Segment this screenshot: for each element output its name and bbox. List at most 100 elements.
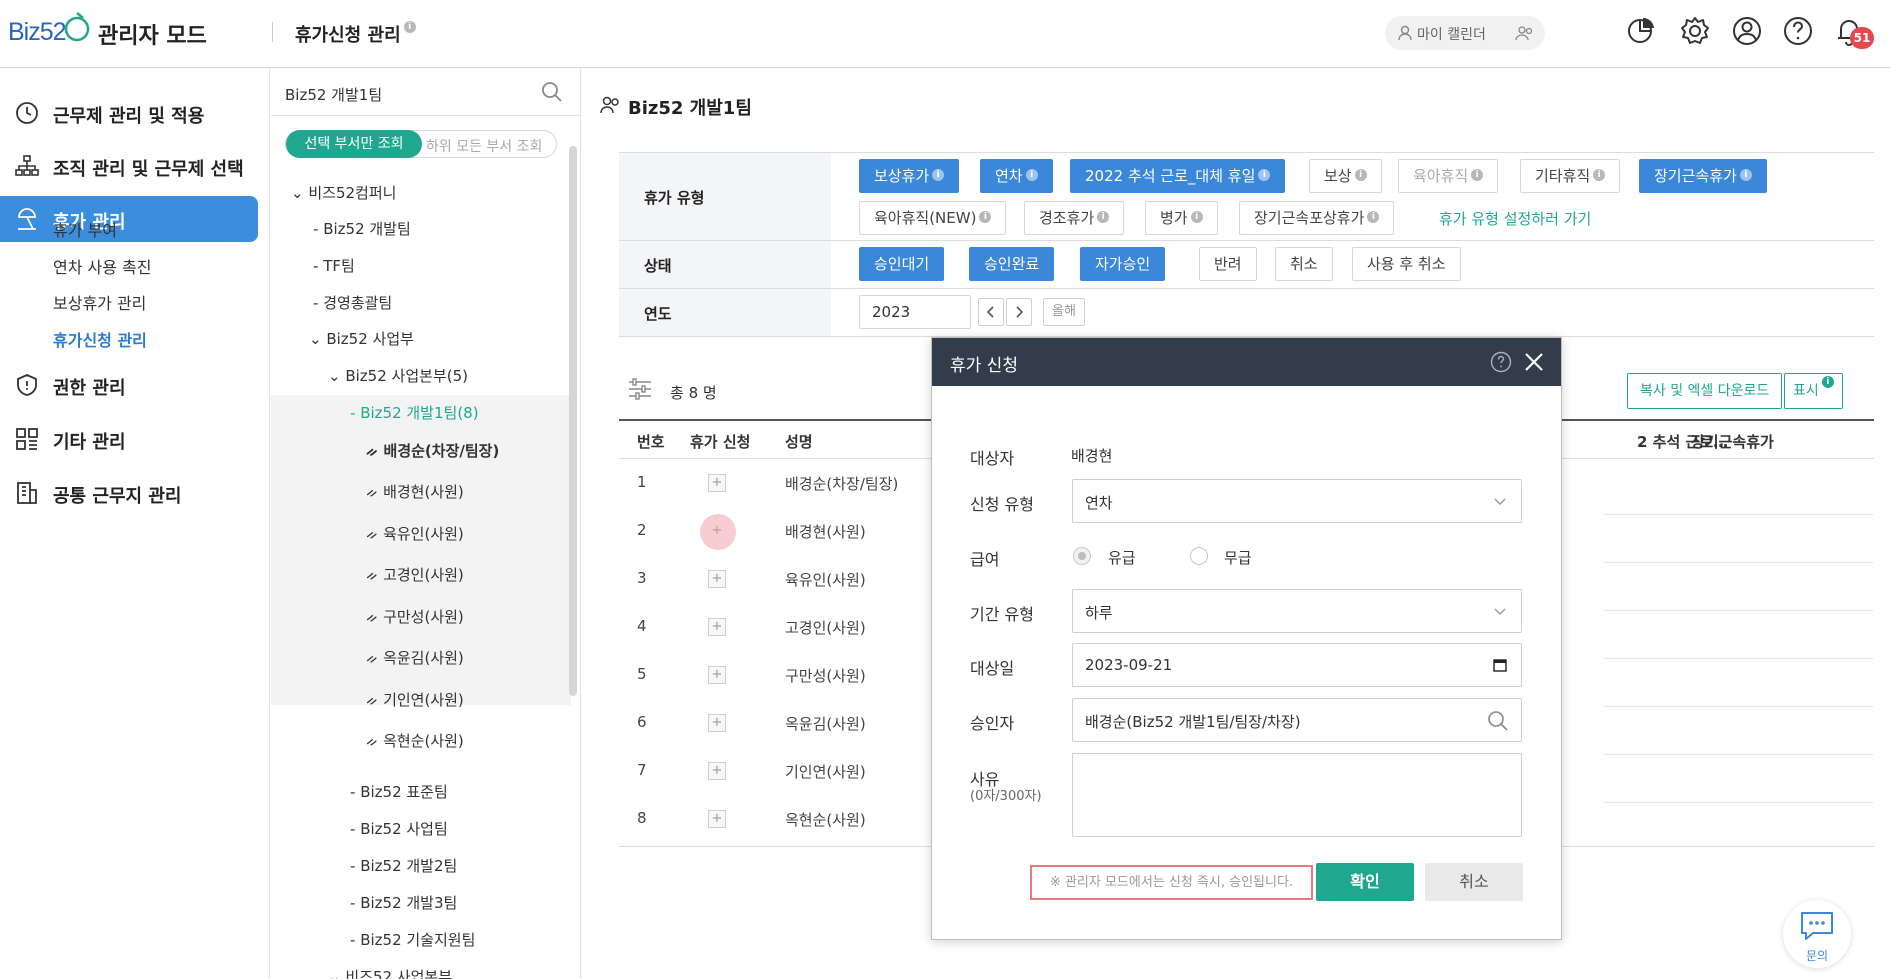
- tree-member[interactable]: ᨀ 배경순(차장/팀장): [366, 440, 499, 461]
- tree-node[interactable]: - Biz52 개발팀: [313, 218, 411, 239]
- info-icon[interactable]: i: [1821, 376, 1834, 388]
- display-settings-button[interactable]: 표시i: [1784, 373, 1843, 409]
- tree-node[interactable]: ⌄ 비즈52컴퍼니: [291, 182, 396, 203]
- reason-textarea[interactable]: [1072, 753, 1522, 837]
- confirm-button[interactable]: 확인: [1316, 863, 1414, 901]
- tree-node[interactable]: - Biz52 표준팀: [350, 781, 448, 802]
- tree-node[interactable]: - Biz52 개발3팀: [350, 892, 457, 913]
- my-calendar-button[interactable]: 마이 캘린더: [1385, 16, 1545, 50]
- subnav-comp-leave[interactable]: 보상휴가 관리: [53, 290, 146, 314]
- toggle-all-sub[interactable]: 하위 모든 부서 조회: [426, 136, 542, 156]
- tree-member[interactable]: ᨀ 배경현(사원): [366, 481, 464, 502]
- leave-type-chip[interactable]: 보상휴가 i: [859, 159, 960, 193]
- leave-type-chip[interactable]: 기타휴직 i: [1520, 159, 1621, 193]
- tree-node[interactable]: - TF팀: [313, 255, 355, 276]
- leave-type-chip[interactable]: 병가 i: [1145, 201, 1218, 235]
- search-icon[interactable]: [541, 81, 563, 103]
- status-chip[interactable]: 승인완료: [969, 247, 1055, 281]
- radio-unpaid[interactable]: [1190, 547, 1208, 565]
- info-icon[interactable]: i: [403, 21, 416, 33]
- period-type-select[interactable]: 하루: [1072, 589, 1522, 633]
- scope-toggle[interactable]: 선택 부서만 조회 하위 모든 부서 조회: [285, 130, 557, 158]
- add-leave-button[interactable]: +: [708, 810, 726, 828]
- year-prev-button[interactable]: [978, 298, 1004, 326]
- add-leave-button[interactable]: +: [708, 618, 726, 636]
- info-icon[interactable]: i: [1354, 169, 1367, 181]
- calendar-icon[interactable]: [1493, 658, 1507, 672]
- tree-node[interactable]: ⌄ Biz52 사업본부(5): [328, 365, 468, 386]
- add-leave-button[interactable]: +: [708, 714, 726, 732]
- leave-type-chip[interactable]: 연차 i: [980, 159, 1053, 193]
- goto-leave-type-settings-link[interactable]: 휴가 유형 설정하러 가기: [1439, 208, 1591, 229]
- tree-scrollbar[interactable]: [569, 146, 577, 696]
- add-leave-button[interactable]: +: [708, 522, 726, 540]
- gear-icon[interactable]: [1678, 14, 1712, 48]
- status-chip[interactable]: 사용 후 취소: [1352, 247, 1461, 281]
- tree-member[interactable]: ᨀ 옥윤김(사원): [366, 647, 464, 668]
- nav-work-system[interactable]: 근무제 관리 및 적용: [0, 90, 258, 136]
- status-chip[interactable]: 자가승인: [1080, 247, 1166, 281]
- leave-type-chip[interactable]: 경조휴가 i: [1024, 201, 1125, 235]
- nav-workplace[interactable]: 공통 근무지 관리: [0, 470, 258, 516]
- year-next-button[interactable]: [1006, 298, 1032, 326]
- tree-member[interactable]: ᨀ 구만성(사원): [366, 606, 464, 627]
- this-year-button[interactable]: 올해: [1043, 298, 1085, 326]
- info-icon[interactable]: i: [1190, 211, 1203, 223]
- pie-chart-icon[interactable]: [1624, 14, 1658, 48]
- tree-node[interactable]: - 경영총괄팀: [313, 292, 392, 313]
- tree-member[interactable]: ᨀ 고경인(사원): [366, 564, 464, 585]
- radio-paid[interactable]: [1073, 547, 1091, 565]
- excel-download-button[interactable]: 복사 및 엑셀 다운로드: [1627, 373, 1783, 409]
- subnav-leave-request[interactable]: 휴가신청 관리: [53, 327, 147, 351]
- status-chip[interactable]: 반려: [1199, 247, 1257, 281]
- tree-member[interactable]: ᨀ 기인연(사원): [366, 689, 464, 710]
- status-chip[interactable]: 승인대기: [859, 247, 945, 281]
- leave-type-chip[interactable]: 보상 i: [1309, 159, 1382, 193]
- toggle-selected-only[interactable]: 선택 부서만 조회: [286, 130, 422, 158]
- approver-input[interactable]: 배경순(Biz52 개발1팀/팀장/차장): [1072, 698, 1522, 742]
- subnav-grant-leave[interactable]: 휴가 부여: [53, 217, 117, 241]
- add-leave-button[interactable]: +: [708, 762, 726, 780]
- help-icon[interactable]: [1781, 14, 1815, 48]
- info-icon[interactable]: i: [979, 211, 992, 223]
- leave-type-chip[interactable]: 육아휴직 i: [1398, 159, 1499, 193]
- tree-node[interactable]: ⌄ Biz52 사업부: [309, 328, 414, 349]
- account-icon[interactable]: [1730, 14, 1764, 48]
- leave-type-chip[interactable]: 2022 추석 근로_대체 휴일 i: [1070, 159, 1286, 193]
- info-icon[interactable]: i: [1097, 211, 1110, 223]
- nav-etc[interactable]: 기타 관리: [0, 416, 258, 462]
- nav-permissions[interactable]: 권한 관리: [0, 362, 258, 408]
- inquiry-chat-button[interactable]: 문의: [1783, 900, 1851, 968]
- info-icon[interactable]: i: [1258, 169, 1271, 181]
- leave-type-chip[interactable]: 장기근속휴가 i: [1639, 159, 1767, 193]
- help-icon[interactable]: [1490, 351, 1512, 373]
- add-leave-button[interactable]: +: [708, 570, 726, 588]
- info-icon[interactable]: i: [1739, 169, 1752, 181]
- info-icon[interactable]: i: [1593, 169, 1606, 181]
- tree-node[interactable]: - Biz52 사업팀: [350, 818, 448, 839]
- leave-type-chip[interactable]: 장기근속포상휴가 i: [1239, 201, 1395, 235]
- cancel-button[interactable]: 취소: [1425, 863, 1523, 901]
- tree-node[interactable]: - Biz52 개발2팀: [350, 855, 457, 876]
- search-icon[interactable]: [1487, 710, 1509, 732]
- close-icon[interactable]: [1522, 350, 1546, 374]
- info-icon[interactable]: i: [1471, 169, 1484, 181]
- group-icon[interactable]: [1515, 25, 1535, 41]
- filter-settings-icon[interactable]: [627, 378, 653, 400]
- biz52-logo[interactable]: Biz52: [8, 10, 90, 50]
- tree-node[interactable]: - Biz52 기술지원팀: [350, 929, 475, 950]
- nav-organization[interactable]: 조직 관리 및 근무제 선택: [0, 143, 258, 189]
- info-icon[interactable]: i: [1367, 211, 1380, 223]
- tree-member[interactable]: ᨀ 육유인(사원): [366, 523, 464, 544]
- add-leave-button[interactable]: +: [708, 666, 726, 684]
- tree-node-selected[interactable]: - Biz52 개발1팀(8): [350, 402, 479, 423]
- add-leave-button[interactable]: +: [708, 474, 726, 492]
- date-input[interactable]: 2023-09-21: [1072, 643, 1522, 687]
- year-input[interactable]: 2023: [859, 295, 971, 329]
- info-icon[interactable]: i: [1025, 169, 1038, 181]
- tree-node[interactable]: ⌄ 비즈52 사업본부: [328, 966, 452, 979]
- apply-type-select[interactable]: 연차: [1072, 479, 1522, 523]
- leave-type-chip[interactable]: 육아휴직(NEW) i: [859, 201, 1007, 235]
- status-chip[interactable]: 취소: [1275, 247, 1333, 281]
- tree-member[interactable]: ᨀ 옥현순(사원): [366, 730, 464, 751]
